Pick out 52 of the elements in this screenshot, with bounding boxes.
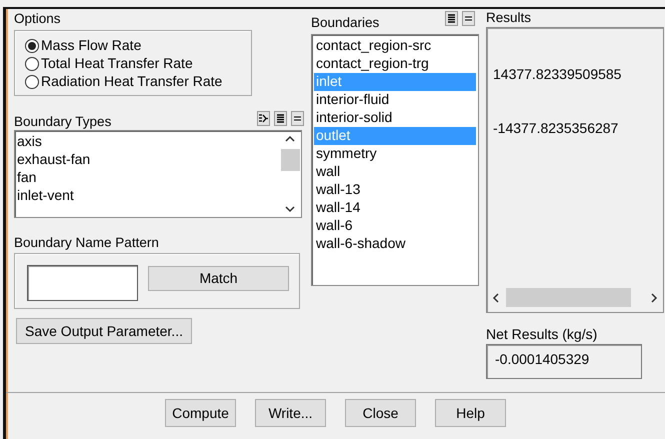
select-all-button[interactable] <box>274 110 287 126</box>
radio-option[interactable]: Mass Flow Rate <box>25 36 251 55</box>
scroll-right-icon <box>650 292 658 303</box>
match-button[interactable]: Match <box>148 266 289 291</box>
equals-icon <box>293 114 302 123</box>
results-label: Results <box>486 10 532 26</box>
list-item[interactable]: wall-6 <box>314 217 476 235</box>
name-pattern-label: Boundary Name Pattern <box>14 234 160 250</box>
select-all-button[interactable] <box>445 11 458 26</box>
radio-option[interactable]: Total Heat Transfer Rate <box>25 54 251 73</box>
list-item[interactable]: inlet-vent <box>15 186 279 205</box>
list-item[interactable]: wall-13 <box>314 181 476 199</box>
pattern-input-field[interactable] <box>27 265 138 302</box>
list-item[interactable]: symmetry <box>314 145 476 163</box>
boundary-types-label: Boundary Types <box>14 114 112 130</box>
radio-option[interactable]: Radiation Heat Transfer Rate <box>25 72 251 91</box>
list-item[interactable]: contact_region-src <box>314 37 476 55</box>
list-item[interactable]: wall <box>314 163 476 181</box>
radio-button[interactable] <box>25 56 39 71</box>
list-item[interactable]: exhaust-fan <box>15 150 279 169</box>
net-results-label: Net Results (kg/s) <box>486 326 598 342</box>
list-item[interactable]: wall-14 <box>314 199 476 217</box>
net-results-field: -0.0001405329 <box>486 344 642 379</box>
radio-button[interactable] <box>25 38 39 53</box>
scroll-up-icon <box>285 134 295 143</box>
dialog-button[interactable]: Write... <box>255 399 326 427</box>
indent-icon <box>259 114 268 123</box>
list-item[interactable]: wall-6-shadow <box>314 235 476 253</box>
list-item[interactable]: fan <box>15 168 279 187</box>
scroll-down-icon <box>285 204 295 213</box>
lines-icon <box>276 114 285 123</box>
result-value: 14377.82339509585 <box>493 66 622 84</box>
deselect-all-button[interactable] <box>291 110 304 126</box>
radio-button[interactable] <box>25 74 39 89</box>
scroll-left-icon <box>492 292 500 303</box>
list-item[interactable]: axis <box>15 132 279 151</box>
result-value: -14377.8235356287 <box>493 120 620 138</box>
filter-button[interactable] <box>257 110 270 126</box>
equals-icon <box>464 14 473 23</box>
boundaries-label: Boundaries <box>311 15 380 31</box>
dialog-button[interactable]: Compute <box>165 399 236 427</box>
lines-icon <box>447 14 456 23</box>
list-item[interactable]: interior-solid <box>314 109 476 127</box>
scroll-thumb[interactable] <box>280 148 300 171</box>
scroll-thumb[interactable] <box>506 288 631 308</box>
save-output-parameter-button[interactable]: Save Output Parameter... <box>16 318 192 344</box>
dialog-button[interactable]: Close <box>345 399 416 427</box>
options-label: Options <box>14 11 62 27</box>
deselect-all-button[interactable] <box>462 11 475 26</box>
dialog-button[interactable]: Help <box>435 399 506 427</box>
list-item[interactable]: contact_region-trg <box>314 55 476 73</box>
list-item[interactable]: interior-fluid <box>314 91 476 109</box>
